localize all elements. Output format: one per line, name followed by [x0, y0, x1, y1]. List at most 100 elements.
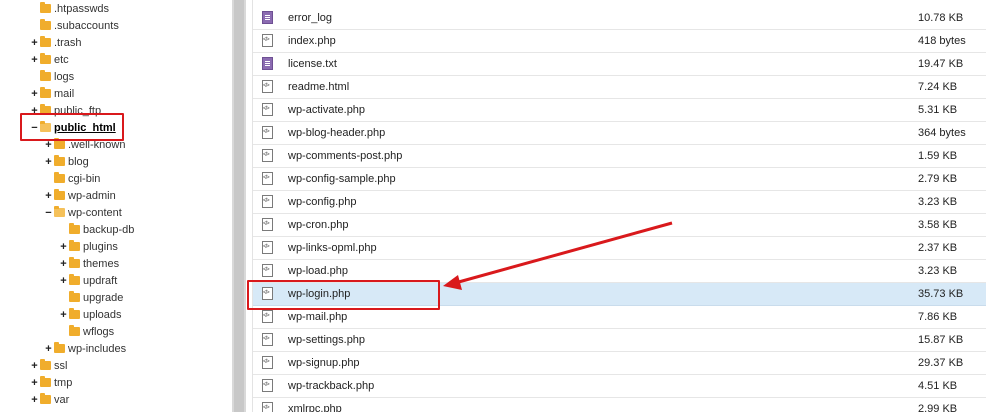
file-size: 29.37 KB [918, 357, 964, 369]
expand-icon[interactable]: + [59, 239, 68, 256]
tree-item-label[interactable]: tmp [54, 375, 72, 392]
file-name: wp-links-opml.php [288, 242, 377, 254]
expand-icon[interactable]: + [59, 273, 68, 290]
tree-item-label[interactable]: cgi-bin [68, 171, 100, 188]
file-name: wp-load.php [288, 265, 348, 277]
file-size: 5.31 KB [918, 104, 958, 116]
expand-icon[interactable]: + [59, 307, 68, 324]
folder-icon [69, 291, 80, 302]
tree-item-label[interactable]: mail [54, 86, 74, 103]
file-name: wp-activate.php [288, 104, 366, 116]
file-row[interactable]: xmlrpc.php 2.99 KB [253, 398, 986, 412]
folder-icon [69, 257, 80, 268]
file-size: 2.37 KB [918, 242, 958, 254]
public-html-highlight-box [20, 113, 124, 141]
file-size: 3.23 KB [918, 196, 958, 208]
folder-icon [54, 342, 65, 353]
tree-item-label[interactable]: logs [54, 69, 74, 86]
file-size: 2.99 KB [918, 403, 958, 412]
tree-item-label[interactable]: wp-admin [68, 188, 116, 205]
file-row[interactable]: wp-comments-post.php 1.59 KB [253, 145, 986, 168]
file-size: 35.73 KB [918, 288, 964, 300]
php-file-icon [262, 356, 273, 369]
file-row[interactable]: wp-config.php 3.23 KB [253, 191, 986, 214]
file-name: wp-config-sample.php [288, 173, 396, 185]
file-list: error_log 10.78 KB index.php 418 bytes licen… [252, 0, 986, 412]
file-size: 10.78 KB [918, 12, 964, 24]
file-row[interactable]: wp-settings.php 15.87 KB [253, 329, 986, 352]
expand-icon[interactable]: + [30, 375, 39, 392]
expand-icon[interactable]: + [59, 256, 68, 273]
file-name: wp-cron.php [288, 219, 349, 231]
file-name: wp-trackback.php [288, 380, 375, 392]
file-size: 7.24 KB [918, 81, 958, 93]
file-row[interactable]: wp-activate.php 5.31 KB [253, 99, 986, 122]
file-size: 19.47 KB [918, 58, 964, 70]
folder-icon [40, 359, 51, 370]
file-name: wp-comments-post.php [288, 150, 403, 162]
file-row[interactable]: readme.html 7.24 KB [253, 76, 986, 99]
php-file-icon [262, 264, 273, 277]
php-file-icon [262, 149, 273, 162]
tree-item-label[interactable]: blog [68, 154, 89, 171]
file-name: wp-config.php [288, 196, 357, 208]
tree-item-label[interactable]: .htpasswds [54, 1, 109, 18]
file-row[interactable]: wp-links-opml.php 2.37 KB [253, 237, 986, 260]
expand-icon[interactable]: + [30, 358, 39, 375]
folder-icon [69, 325, 80, 336]
tree-item-label[interactable]: backup-db [83, 222, 134, 239]
php-file-icon [262, 379, 273, 392]
file-size: 1.59 KB [918, 150, 958, 162]
expand-icon[interactable]: + [44, 154, 53, 171]
folder-icon [40, 70, 51, 81]
php-file-icon [262, 310, 273, 323]
file-row[interactable]: wp-signup.php 29.37 KB [253, 352, 986, 375]
file-row[interactable]: wp-blog-header.php 364 bytes [253, 122, 986, 145]
tree-item-label[interactable]: wp-includes [68, 341, 126, 358]
tree-item-label[interactable]: upgrade [83, 290, 123, 307]
file-row[interactable]: error_log 10.78 KB [253, 7, 986, 30]
file-size: 15.87 KB [918, 334, 964, 346]
collapse-icon[interactable]: − [44, 205, 53, 222]
file-row[interactable]: wp-trackback.php 4.51 KB [253, 375, 986, 398]
expand-icon[interactable]: + [44, 188, 53, 205]
file-name: index.php [288, 35, 336, 47]
file-size: 418 bytes [918, 35, 966, 47]
php-file-icon [262, 126, 273, 139]
file-size: 364 bytes [918, 127, 966, 139]
tree-scrollbar-thumb[interactable] [234, 0, 244, 412]
file-size: 7.86 KB [918, 311, 958, 323]
tree-item-label[interactable]: wflogs [83, 324, 114, 341]
file-row[interactable]: wp-config-sample.php 2.79 KB [253, 168, 986, 191]
text-file-icon [262, 11, 273, 24]
expand-icon[interactable]: + [30, 35, 39, 52]
expand-icon[interactable]: + [44, 341, 53, 358]
folder-icon [69, 274, 80, 285]
tree-item-label[interactable]: var [54, 392, 69, 409]
folder-icon [54, 172, 65, 183]
tree-item-label[interactable]: .trash [54, 35, 82, 52]
tree-item-label[interactable]: updraft [83, 273, 117, 290]
tree-item-label[interactable]: .subaccounts [54, 18, 119, 35]
tree-item-label[interactable]: wp-content [68, 205, 122, 222]
tree-item-label[interactable]: etc [54, 52, 69, 69]
file-row[interactable]: index.php 418 bytes [253, 30, 986, 53]
tree-item-label[interactable]: themes [83, 256, 119, 273]
file-row[interactable]: wp-cron.php 3.58 KB [253, 214, 986, 237]
php-file-icon [262, 195, 273, 208]
file-size: 2.79 KB [918, 173, 958, 185]
file-name: wp-settings.php [288, 334, 366, 346]
folder-icon [40, 376, 51, 387]
expand-icon[interactable]: + [30, 86, 39, 103]
file-name: wp-blog-header.php [288, 127, 386, 139]
tree-item-label[interactable]: plugins [83, 239, 118, 256]
folder-icon [69, 223, 80, 234]
expand-icon[interactable]: + [30, 392, 39, 409]
file-name: readme.html [288, 81, 350, 93]
expand-icon[interactable]: + [30, 52, 39, 69]
tree-item-label[interactable]: uploads [83, 307, 122, 324]
file-row[interactable]: license.txt 19.47 KB [253, 53, 986, 76]
tree-item-label[interactable]: ssl [54, 358, 67, 375]
